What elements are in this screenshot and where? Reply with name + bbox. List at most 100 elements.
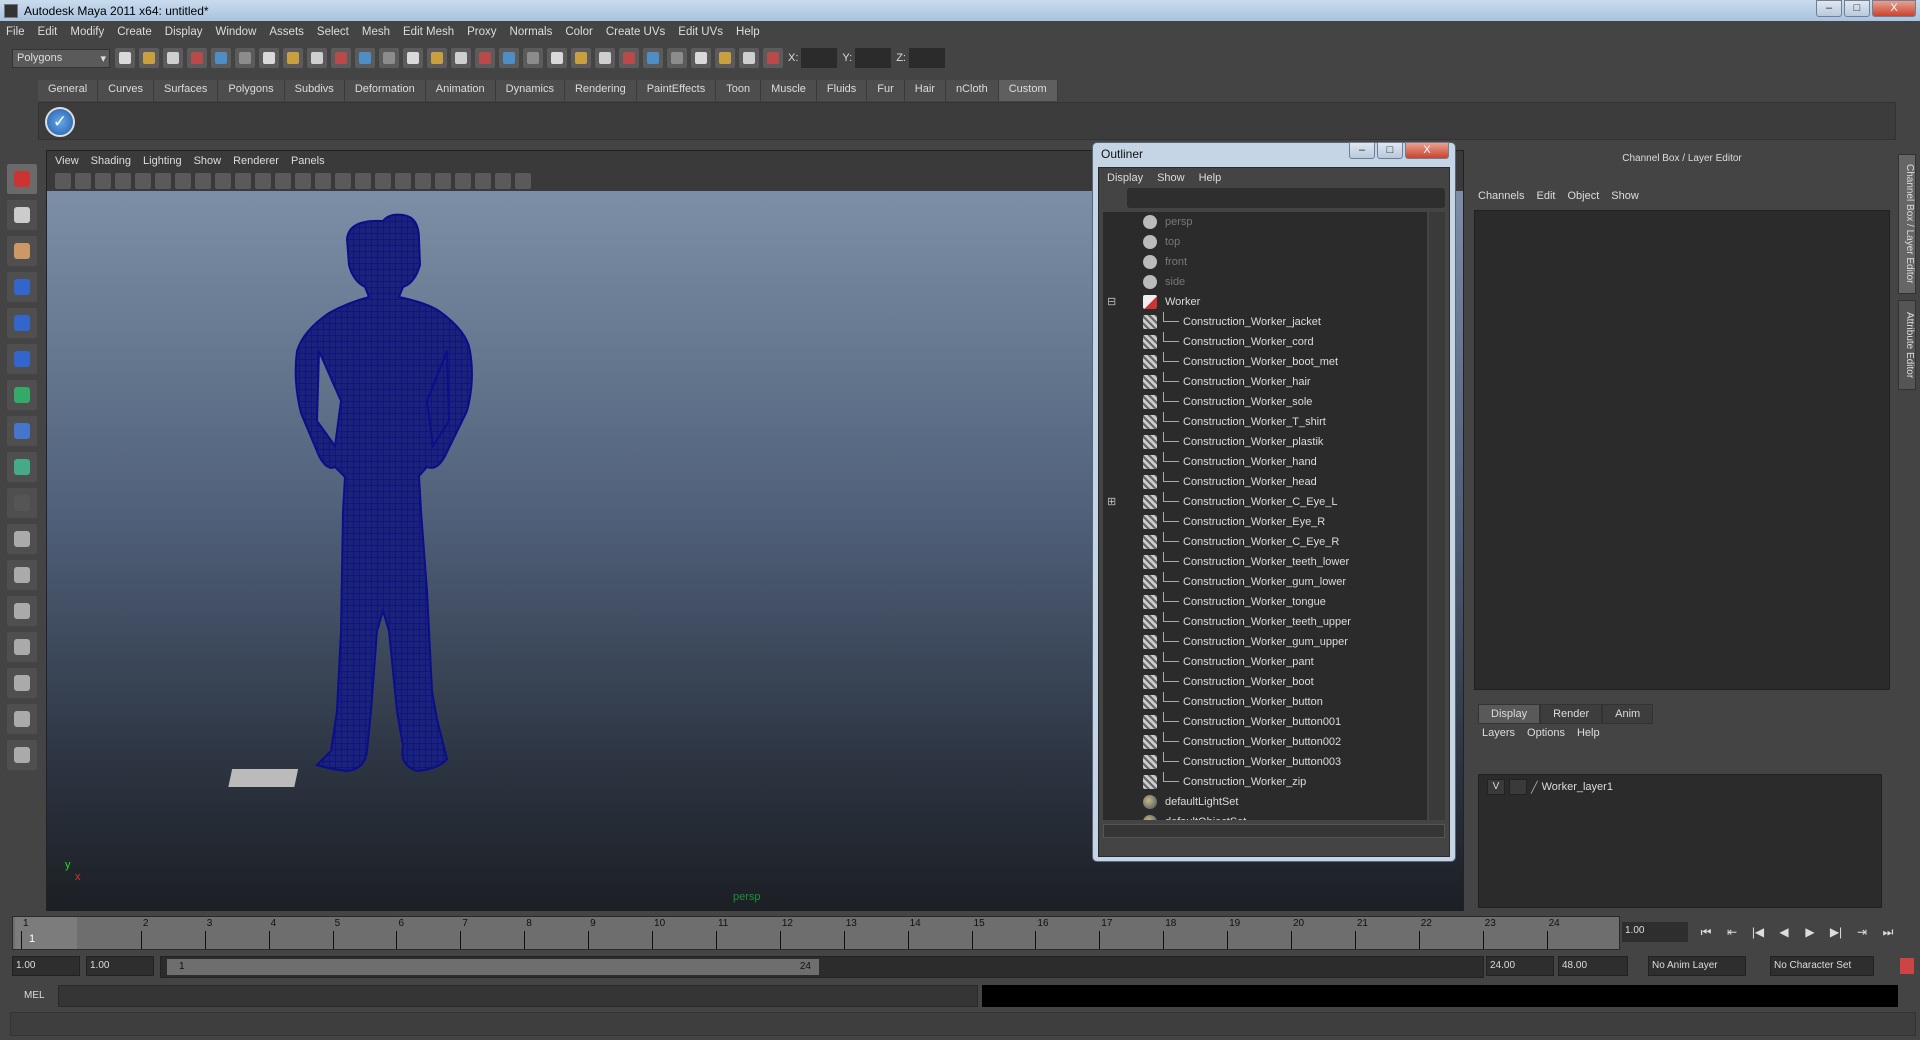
menu-edit-uvs[interactable]: Edit UVs	[678, 26, 723, 38]
viewport-menu-shading[interactable]: Shading	[91, 155, 131, 167]
outliner-vertical-scrollbar[interactable]	[1429, 212, 1445, 820]
viewport-tool-icon[interactable]	[55, 173, 71, 189]
viewport-tool-icon[interactable]	[275, 173, 291, 189]
outliner-item[interactable]: Construction_Worker_cord	[1103, 332, 1423, 352]
playback-start-field[interactable]: 1.00	[86, 956, 154, 976]
graph-persp-layout-icon[interactable]	[7, 632, 37, 662]
menu-help[interactable]: Help	[736, 26, 760, 38]
viewport-tool-icon[interactable]	[395, 173, 411, 189]
viewport-tool-icon[interactable]	[415, 173, 431, 189]
layer-menu-layers[interactable]: Layers	[1482, 727, 1515, 739]
construction-history-icon[interactable]	[619, 48, 639, 68]
expand-toggle[interactable]: ⊞	[1107, 492, 1116, 512]
viewport-tool-icon[interactable]	[335, 173, 351, 189]
go-to-end-button[interactable]: ⏭	[1878, 922, 1898, 942]
channel-box-menu-show[interactable]: Show	[1611, 190, 1639, 202]
uv-editor-icon[interactable]	[715, 48, 735, 68]
attribute-editor-icon[interactable]	[691, 48, 711, 68]
outliner-item[interactable]: Construction_Worker_zip	[1103, 772, 1423, 792]
menu-mesh[interactable]: Mesh	[362, 26, 390, 38]
viewport-tool-icon[interactable]	[75, 173, 91, 189]
outliner-menu-help[interactable]: Help	[1199, 172, 1222, 184]
tab-surfaces[interactable]: Surfaces	[153, 80, 219, 101]
viewport-tool-icon[interactable]	[195, 173, 211, 189]
snap-view-icon[interactable]	[379, 48, 399, 68]
menu-file[interactable]: File	[6, 26, 25, 38]
universal-manipulator-icon[interactable]	[7, 380, 37, 410]
menu-normals[interactable]: Normals	[510, 26, 553, 38]
viewport-tool-icon[interactable]	[135, 173, 151, 189]
layer-menu-help[interactable]: Help	[1577, 727, 1600, 739]
viewport-tool-icon[interactable]	[155, 173, 171, 189]
snap-plane-icon[interactable]	[331, 48, 351, 68]
show-outputs-icon[interactable]	[667, 48, 687, 68]
hypershade-icon[interactable]	[571, 48, 591, 68]
layer-name[interactable]: Worker_layer1	[1542, 781, 1613, 793]
outliner-maximize-button[interactable]: □	[1377, 142, 1403, 159]
tab-curves[interactable]: Curves	[98, 80, 154, 101]
outliner-item[interactable]: Construction_Worker_button003	[1103, 752, 1423, 772]
paint-tool-icon[interactable]	[739, 48, 759, 68]
close-button[interactable]: X	[1872, 0, 1916, 17]
soft-mod-tool-icon[interactable]	[7, 416, 37, 446]
last-tool-icon[interactable]	[7, 488, 37, 518]
viewport-tool-icon[interactable]	[355, 173, 371, 189]
help-icon[interactable]	[427, 48, 447, 68]
four-view-layout-icon[interactable]	[7, 560, 37, 590]
menu-modify[interactable]: Modify	[70, 26, 104, 38]
outliner-item[interactable]: Construction_Worker_jacket	[1103, 312, 1423, 332]
layer-visibility-toggle[interactable]: V	[1487, 779, 1505, 795]
mel-label[interactable]: MEL	[24, 990, 45, 1001]
render-settings-icon[interactable]	[547, 48, 567, 68]
viewport-tool-icon[interactable]	[115, 173, 131, 189]
outliner-item[interactable]: Construction_Worker_C_Eye_R	[1103, 532, 1423, 552]
outliner-item[interactable]: Construction_Worker_plastik	[1103, 432, 1423, 452]
tab-custom[interactable]: Custom	[998, 80, 1058, 101]
viewport-tool-icon[interactable]	[475, 173, 491, 189]
hypershade-layout-icon[interactable]	[7, 668, 37, 698]
outliner-item[interactable]: Construction_Worker_boot	[1103, 672, 1423, 692]
outliner-item[interactable]: side	[1103, 272, 1423, 292]
outliner-item[interactable]: Construction_Worker_hand	[1103, 452, 1423, 472]
snap-surface-icon[interactable]	[403, 48, 423, 68]
tab-fur[interactable]: Fur	[867, 80, 905, 101]
outliner-item[interactable]: defaultObjectSet	[1103, 812, 1423, 820]
checkmark-shelf-button[interactable]: ✓	[45, 107, 75, 137]
viewport-tool-icon[interactable]	[315, 173, 331, 189]
menu-edit[interactable]: Edit	[38, 26, 58, 38]
move-tool-icon[interactable]	[7, 272, 37, 302]
outliner-horizontal-scrollbar[interactable]	[1103, 824, 1445, 838]
viewport-tool-icon[interactable]	[215, 173, 231, 189]
select-object-icon[interactable]	[211, 48, 231, 68]
outliner-item[interactable]: Construction_Worker_sole	[1103, 392, 1423, 412]
command-input[interactable]	[58, 985, 978, 1007]
graph-editor-icon[interactable]	[763, 48, 783, 68]
range-slider[interactable]: 1 24	[160, 956, 1484, 978]
outliner-close-button[interactable]: X	[1405, 142, 1449, 159]
lasso-tool-icon[interactable]	[7, 200, 37, 230]
viewport-tool-icon[interactable]	[175, 173, 191, 189]
current-frame-field[interactable]: 1.00	[1622, 922, 1688, 942]
viewport-tool-icon[interactable]	[295, 173, 311, 189]
step-forward-key-button[interactable]: ⇥	[1852, 922, 1872, 942]
snap-grid-icon[interactable]	[259, 48, 279, 68]
outliner-item[interactable]: defaultLightSet	[1103, 792, 1423, 812]
show-manipulator-icon[interactable]	[7, 452, 37, 482]
channel-box-menu-edit[interactable]: Edit	[1536, 190, 1555, 202]
tab-attribute-editor[interactable]: Attribute Editor	[1898, 300, 1916, 390]
anim-layer-select[interactable]: No Anim Layer	[1648, 956, 1746, 976]
outliner-item[interactable]: front	[1103, 252, 1423, 272]
x-field[interactable]: X:	[788, 48, 838, 68]
viewport-menu-lighting[interactable]: Lighting	[143, 155, 182, 167]
character-set-select[interactable]: No Character Set	[1770, 956, 1874, 976]
single-perspective-layout-icon[interactable]	[7, 524, 37, 554]
snap-live-icon[interactable]	[355, 48, 375, 68]
tab-painteffects[interactable]: PaintEffects	[636, 80, 717, 101]
maximize-button[interactable]: □	[1844, 0, 1870, 17]
tab-general[interactable]: General	[38, 80, 99, 101]
scale-tool-icon[interactable]	[7, 344, 37, 374]
outliner-item[interactable]: persp	[1103, 212, 1423, 232]
hypergraph-layout-icon[interactable]	[7, 740, 37, 770]
viewport-menu-panels[interactable]: Panels	[291, 155, 325, 167]
menu-display[interactable]: Display	[165, 26, 203, 38]
